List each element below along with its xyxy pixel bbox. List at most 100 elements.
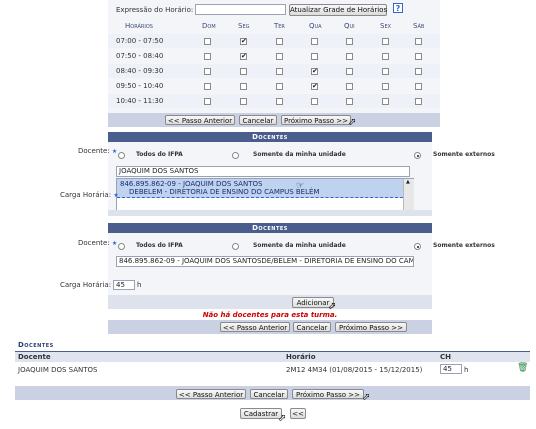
schedule-checkbox[interactable]	[346, 38, 353, 45]
schedule-checkbox[interactable]	[415, 38, 422, 45]
row-ch-unit: h	[464, 366, 469, 374]
autocomplete-suggestion[interactable]: 846.895.862-09 - JOAQUIM DOS SANTOS DEBE…	[117, 179, 403, 198]
schedule-col-header: Dom	[202, 22, 216, 30]
schedule-checkbox[interactable]	[415, 53, 422, 60]
schedule-col-header: Seg	[238, 22, 250, 30]
schedule-col-header: Qua	[309, 22, 322, 30]
section-divider	[108, 210, 432, 216]
schedule-checkbox[interactable]	[204, 53, 211, 60]
schedule-col-header: Sex	[380, 22, 392, 30]
radio-my-unit-label: Somente da minha unidade	[253, 151, 346, 158]
schedule-checkbox[interactable]: ✔	[240, 38, 247, 45]
schedule-checkbox[interactable]	[276, 53, 283, 60]
hand-cursor-icon: ☞	[296, 181, 305, 191]
schedule-time-slot: 07:50 - 08:40	[116, 52, 164, 60]
back-button[interactable]: <<	[290, 408, 306, 419]
schedule-checkbox[interactable]	[415, 68, 422, 75]
expression-label: Expressão do Horário:	[116, 6, 194, 14]
schedule-checkbox[interactable]	[346, 98, 353, 105]
schedule-checkbox[interactable]: ✔	[311, 83, 318, 90]
schedule-checkbox[interactable]	[204, 38, 211, 45]
col-ch-header: CH	[440, 353, 451, 361]
schedule-checkbox[interactable]	[311, 98, 318, 105]
schedule-checkbox[interactable]	[382, 98, 389, 105]
update-grid-button[interactable]: Atualizar Grade de Horários	[289, 4, 387, 16]
schedule-checkbox[interactable]	[204, 68, 211, 75]
schedule-checkbox[interactable]	[346, 53, 353, 60]
mouse-cursor-icon: ⬀	[348, 117, 357, 128]
radio-external-label: Somente externos	[433, 151, 495, 158]
schedule-col-header: Qui	[344, 22, 355, 30]
help-icon[interactable]: ?	[393, 3, 403, 13]
next-step-button-2[interactable]: Próximo Passo >>	[335, 322, 407, 332]
radio-all-ifpa-2[interactable]	[118, 243, 125, 250]
list-header-row	[15, 352, 530, 362]
carga-horaria-input[interactable]: 45	[113, 280, 135, 290]
carga-horaria-label-2: Carga Horária: ★	[60, 281, 119, 289]
expression-input[interactable]	[195, 4, 286, 15]
scroll-up-icon[interactable]: ▲	[406, 180, 410, 185]
schedule-checkbox[interactable]	[382, 68, 389, 75]
radio-external[interactable]	[414, 152, 421, 159]
docentes-header: Docentes	[108, 132, 432, 142]
schedule-checkbox[interactable]	[415, 98, 422, 105]
schedule-checkbox[interactable]	[276, 38, 283, 45]
schedule-checkbox[interactable]	[240, 68, 247, 75]
carga-unit-label: h	[137, 281, 142, 289]
schedule-checkbox[interactable]	[204, 83, 211, 90]
schedule-checkbox[interactable]	[382, 53, 389, 60]
list-title: Docentes	[18, 341, 54, 349]
mouse-cursor-icon-4: ⬀	[278, 413, 287, 424]
schedule-time-slot: 09:50 - 10:40	[116, 82, 164, 90]
schedule-checkbox[interactable]: ✔	[311, 68, 318, 75]
add-bar	[108, 295, 432, 309]
col-horario-header: Horário	[286, 353, 316, 361]
radio-all-ifpa-label-2: Todos do IFPA	[136, 242, 183, 249]
cancel-button-3[interactable]: Cancelar	[250, 389, 288, 399]
col-docente-header: Docente	[18, 353, 51, 361]
next-step-button[interactable]: Próximo Passo >>	[281, 115, 351, 125]
mouse-cursor-icon-3: ⬀	[362, 392, 371, 403]
radio-my-unit[interactable]	[232, 152, 239, 159]
docente-label-2: Docente: ★	[78, 239, 118, 247]
schedule-checkbox[interactable]	[415, 83, 422, 90]
schedule-time-slot: 07:00 - 07:50	[116, 37, 164, 45]
schedule-checkbox[interactable]	[311, 53, 318, 60]
schedule-checkbox[interactable]: ✔	[240, 53, 247, 60]
next-step-button-3[interactable]: Próximo Passo >>	[292, 389, 364, 399]
docente-label: Docente: ★	[78, 147, 118, 155]
cancel-button[interactable]: Cancelar	[239, 115, 277, 125]
schedule-checkbox[interactable]	[311, 38, 318, 45]
row-ch-input[interactable]: 45	[440, 364, 462, 374]
docentes-header-2: Docentes	[108, 223, 432, 233]
suggestion-line-2: DEBELEM - DIRETORIA DE ENSINO DO CAMPUS …	[129, 188, 320, 196]
schedule-col-header: Horários	[125, 22, 153, 30]
row-horario: 2M12 4M34 (01/08/2015 - 15/12/2015)	[286, 366, 423, 374]
prev-step-button-3[interactable]: << Passo Anterior	[176, 389, 246, 399]
schedule-checkbox[interactable]	[240, 98, 247, 105]
docente-selected-input[interactable]: 846.895.862-09 - JOAQUIM DOS SANTOSDE/BE…	[116, 256, 414, 267]
schedule-checkbox[interactable]	[382, 38, 389, 45]
carga-horaria-label: Carga Horária: ★	[60, 191, 119, 199]
prev-step-button-2[interactable]: << Passo Anterior	[220, 322, 290, 332]
schedule-checkbox[interactable]	[276, 98, 283, 105]
submit-button[interactable]: Cadastrar	[240, 408, 282, 419]
schedule-col-header: Ter	[274, 22, 285, 30]
schedule-checkbox[interactable]	[346, 83, 353, 90]
cancel-button-2[interactable]: Cancelar	[293, 322, 331, 332]
schedule-checkbox[interactable]	[276, 68, 283, 75]
schedule-checkbox[interactable]	[240, 83, 247, 90]
docente-search-input[interactable]: JOAQUIM DOS SANTOS	[116, 166, 410, 177]
radio-my-unit-2[interactable]	[232, 243, 239, 250]
schedule-checkbox[interactable]	[346, 68, 353, 75]
radio-all-ifpa[interactable]	[118, 152, 125, 159]
prev-step-button[interactable]: << Passo Anterior	[165, 115, 235, 125]
trash-icon[interactable]: 🗑	[517, 364, 528, 373]
row-docente-name: JOAQUIM DOS SANTOS	[18, 366, 98, 374]
radio-external-2[interactable]	[414, 243, 421, 250]
schedule-checkbox[interactable]	[382, 83, 389, 90]
schedule-checkbox[interactable]	[204, 98, 211, 105]
suggestion-line-1: 846.895.862-09 - JOAQUIM DOS SANTOS	[120, 180, 263, 188]
schedule-time-slot: 10:40 - 11:30	[116, 97, 164, 105]
schedule-checkbox[interactable]	[276, 83, 283, 90]
